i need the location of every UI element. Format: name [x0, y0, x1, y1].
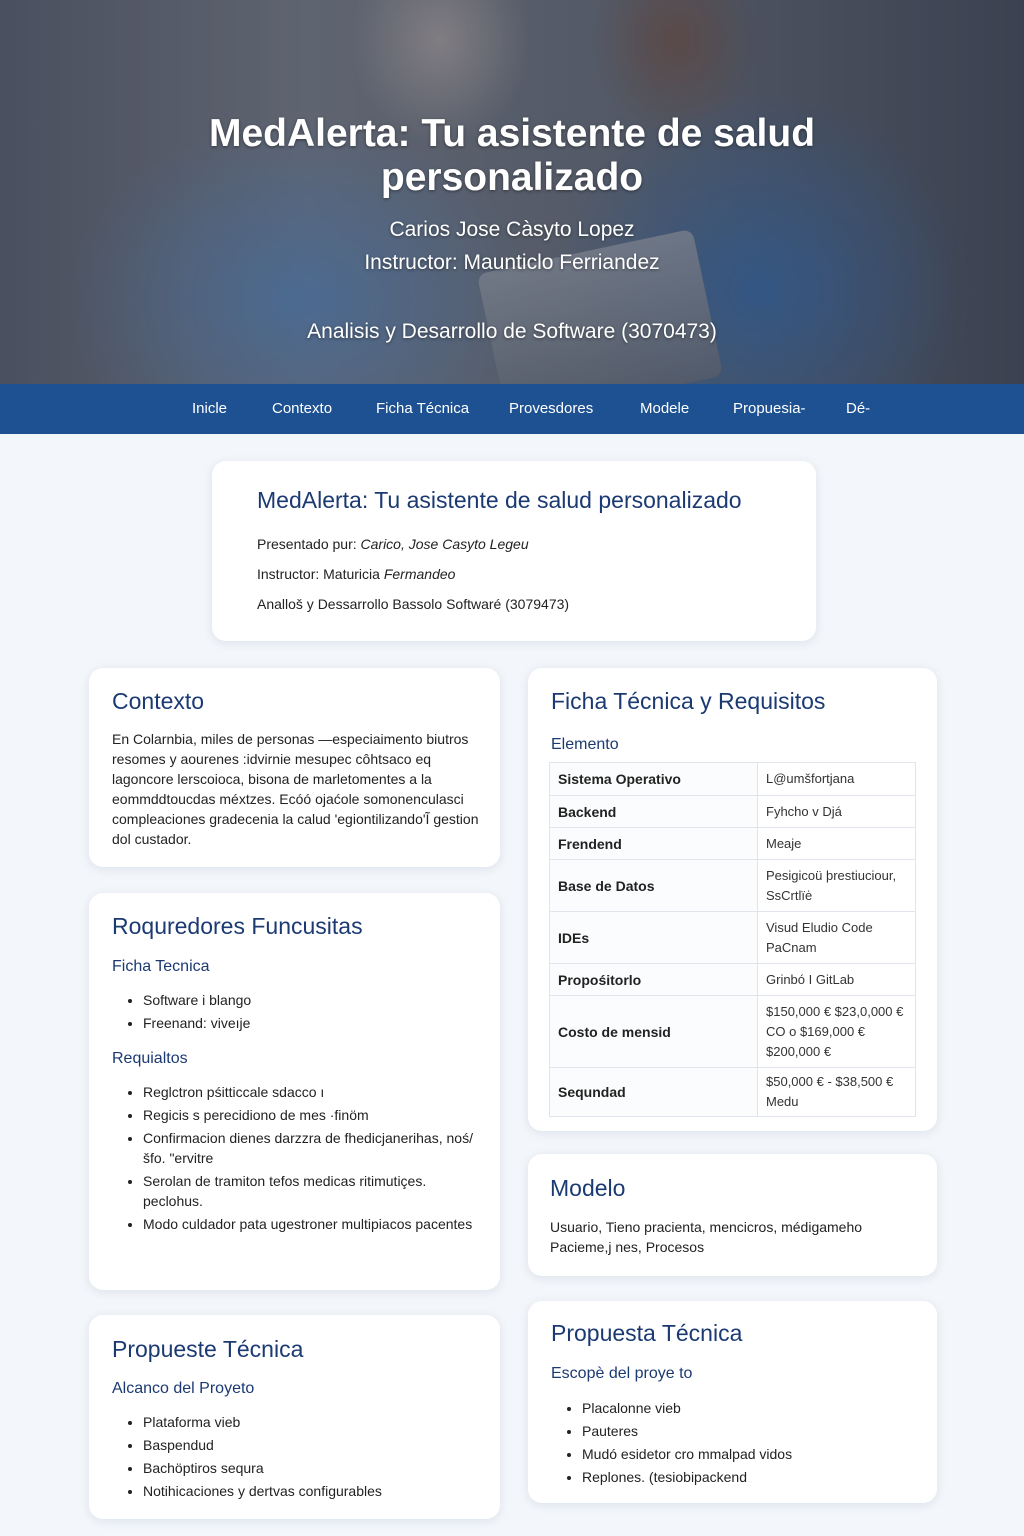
- table-cell: Fyhcho v Djá: [757, 795, 916, 828]
- nav-modelo[interactable]: Modele: [640, 384, 689, 434]
- table-cell: Base de Datos: [549, 859, 758, 912]
- contexto-card: Contexto En Colarnbia, miles de personas…: [89, 668, 500, 867]
- table-cell: Meaje: [757, 827, 916, 860]
- table-cell: Pesigicoü þrestiuciour, SsCrtlïė: [757, 859, 916, 912]
- table-row: IDEs Visud Eludio Code PaCnam: [549, 911, 916, 964]
- requisitos-card: Roquredores Funcusitas Ficha Tecnica Sof…: [89, 893, 500, 1290]
- table-cell: Grinbó I GitLab: [757, 963, 916, 996]
- ficha-sub: Elemento: [551, 736, 619, 753]
- list-item: Bachöptiros sequra: [143, 1458, 482, 1478]
- table-cell: $50,000 € - $38,500 € Medu: [757, 1067, 916, 1117]
- table-row: Sistema Operativo L@umšfortjana: [549, 762, 916, 796]
- table-cell: Visud Eludio Code PaCnam: [757, 911, 916, 964]
- table-row: Costo de mensid $150,000 € $23,0,000 € CO…: [549, 995, 916, 1068]
- table-row: Backend Fyhcho v Djá: [549, 795, 916, 828]
- nav-contexto[interactable]: Contexto: [272, 384, 332, 434]
- ficha-table: Sistema Operativo L@umšfortjana Backend Fy…: [549, 762, 916, 1117]
- nav-demo[interactable]: Dé-: [846, 384, 870, 434]
- intro-program: Analloš y Dessarrollo Bassolo Softwaré (…: [257, 596, 570, 612]
- nav-inicio[interactable]: Inicle: [192, 384, 227, 434]
- table-cell: Costo de mensid: [549, 995, 758, 1068]
- list-item: Serolan de tramiton tefos medicas ritimu…: [143, 1171, 482, 1211]
- table-cell: Sistema Operativo: [549, 762, 758, 796]
- hero-instructor: Instructor: Maunticlo Ferriandez: [364, 251, 660, 274]
- requisitos-sub1: Ficha Tecnica: [112, 958, 210, 975]
- propuesta-left-list: Plataforma vieb Baspendud Bachöptiros se…: [112, 1412, 482, 1504]
- list-item: Reglctron pśitticcale sdacco ı: [143, 1082, 482, 1102]
- propuesta-left-card: Propueste Técnica Alcanco del Proyeto Pl…: [89, 1315, 500, 1519]
- ficha-title: Ficha Técnica y Requisitos: [551, 688, 826, 714]
- table-row: Propośitorlo Grinbó I GitLab: [549, 963, 916, 996]
- propuesta-right-title: Propuesta Técnica: [551, 1320, 743, 1346]
- list-item: Freenand: viveıje: [143, 1013, 482, 1033]
- table-row: Frendend Meaje: [549, 827, 916, 860]
- contexto-text: En Colarnbia, miles de personas —especia…: [112, 731, 479, 847]
- list-item: Plataforma vieb: [143, 1412, 482, 1432]
- requisitos-sub2: Requialtos: [112, 1050, 188, 1067]
- table-cell: Frendend: [549, 827, 758, 860]
- hero-author: Carios Jose Càsyto Lopez: [389, 218, 635, 241]
- requisitos-list2: Reglctron pśitticcale sdacco ı Regicis s…: [112, 1082, 482, 1237]
- hero-banner: MedAlerta: Tu asistente de salud persona…: [0, 0, 1024, 384]
- propuesta-right-sub: Escopè del proye to: [551, 1365, 693, 1382]
- list-item: Mudó esidetor cro mmalpad vidos: [582, 1444, 921, 1464]
- main-nav: Inicle Contexto Ficha Técnica Provesdore…: [0, 384, 1024, 434]
- propuesta-right-card: Propuesta Técnica Escopè del proye to Pl…: [528, 1301, 937, 1503]
- propuesta-right-list: Placalonne vieb Pauteres Mudó esidetor c…: [551, 1398, 921, 1490]
- nav-ficha-tecnica[interactable]: Ficha Técnica: [376, 384, 469, 434]
- list-item: Modo culdador pata ugestroner multipiaco…: [143, 1214, 482, 1234]
- contexto-title: Contexto: [112, 688, 205, 714]
- ficha-card: Ficha Técnica y Requisitos Elemento Sist…: [528, 668, 937, 1131]
- table-cell: L@umšfortjana: [757, 762, 916, 796]
- list-item: Replones. (tesiobipackend: [582, 1467, 921, 1487]
- modelo-card: Modelo Usuario, Tieno pracienta, mencicr…: [528, 1154, 937, 1276]
- nav-propuesta[interactable]: Propuesia-: [733, 384, 806, 434]
- list-item: Pauteres: [582, 1421, 921, 1441]
- nav-proveedores[interactable]: Provesdores: [509, 384, 593, 434]
- instructor-name: Fermandeo: [383, 566, 456, 582]
- intro-instructor: Instructor: Maturicia Fermandeo: [257, 566, 455, 582]
- intro-title: MedAlerta: Tu asistente de salud persona…: [257, 487, 742, 513]
- propuesta-left-sub: Alcanco del Proyeto: [112, 1380, 255, 1397]
- presented-name: Carico, Jose Casyto Legeu: [360, 536, 529, 552]
- modelo-text: Usuario, Tieno pracienta, mencicros, méd…: [550, 1219, 863, 1255]
- list-item: Placalonne vieb: [582, 1398, 921, 1418]
- list-item: Regicis s perecidiono de mes ·finöm: [143, 1105, 482, 1125]
- hero-program: Analisis y Desarrollo de Software (30704…: [307, 320, 717, 343]
- table-cell: $150,000 € $23,0,000 € CO o $169,000 € $…: [757, 995, 916, 1068]
- table-cell: IDEs: [549, 911, 758, 964]
- table-cell: Propośitorlo: [549, 963, 758, 996]
- list-item: Software i blango: [143, 990, 482, 1010]
- table-cell: Sequndad: [549, 1067, 758, 1117]
- list-item: Confirmacion dienes darzzra de fhedicjan…: [143, 1128, 482, 1168]
- presented-label: Presentado pur:: [257, 536, 361, 552]
- modelo-title: Modelo: [550, 1175, 626, 1201]
- hero-title: MedAlerta: Tu asistente de salud persona…: [208, 112, 816, 199]
- table-row: Base de Datos Pesigicoü þrestiuciour, SsC…: [549, 859, 916, 912]
- list-item: Baspendud: [143, 1435, 482, 1455]
- instructor-label: Instructor: Maturicia: [257, 566, 384, 582]
- propuesta-left-title: Propueste Técnica: [112, 1336, 304, 1362]
- requisitos-list1: Software i blango Freenand: viveıje: [112, 990, 482, 1036]
- table-row: Sequndad $50,000 € - $38,500 € Medu: [549, 1067, 916, 1117]
- list-item: Notihicaciones y dertvas configurables: [143, 1481, 482, 1501]
- intro-card: MedAlerta: Tu asistente de salud persona…: [212, 461, 816, 641]
- table-cell: Backend: [549, 795, 758, 828]
- requisitos-title: Roquredores Funcusitas: [112, 913, 363, 939]
- hero-content: MedAlerta: Tu asistente de salud persona…: [0, 0, 1024, 384]
- intro-presented: Presentado pur: Carico, Jose Casyto Lege…: [257, 536, 529, 552]
